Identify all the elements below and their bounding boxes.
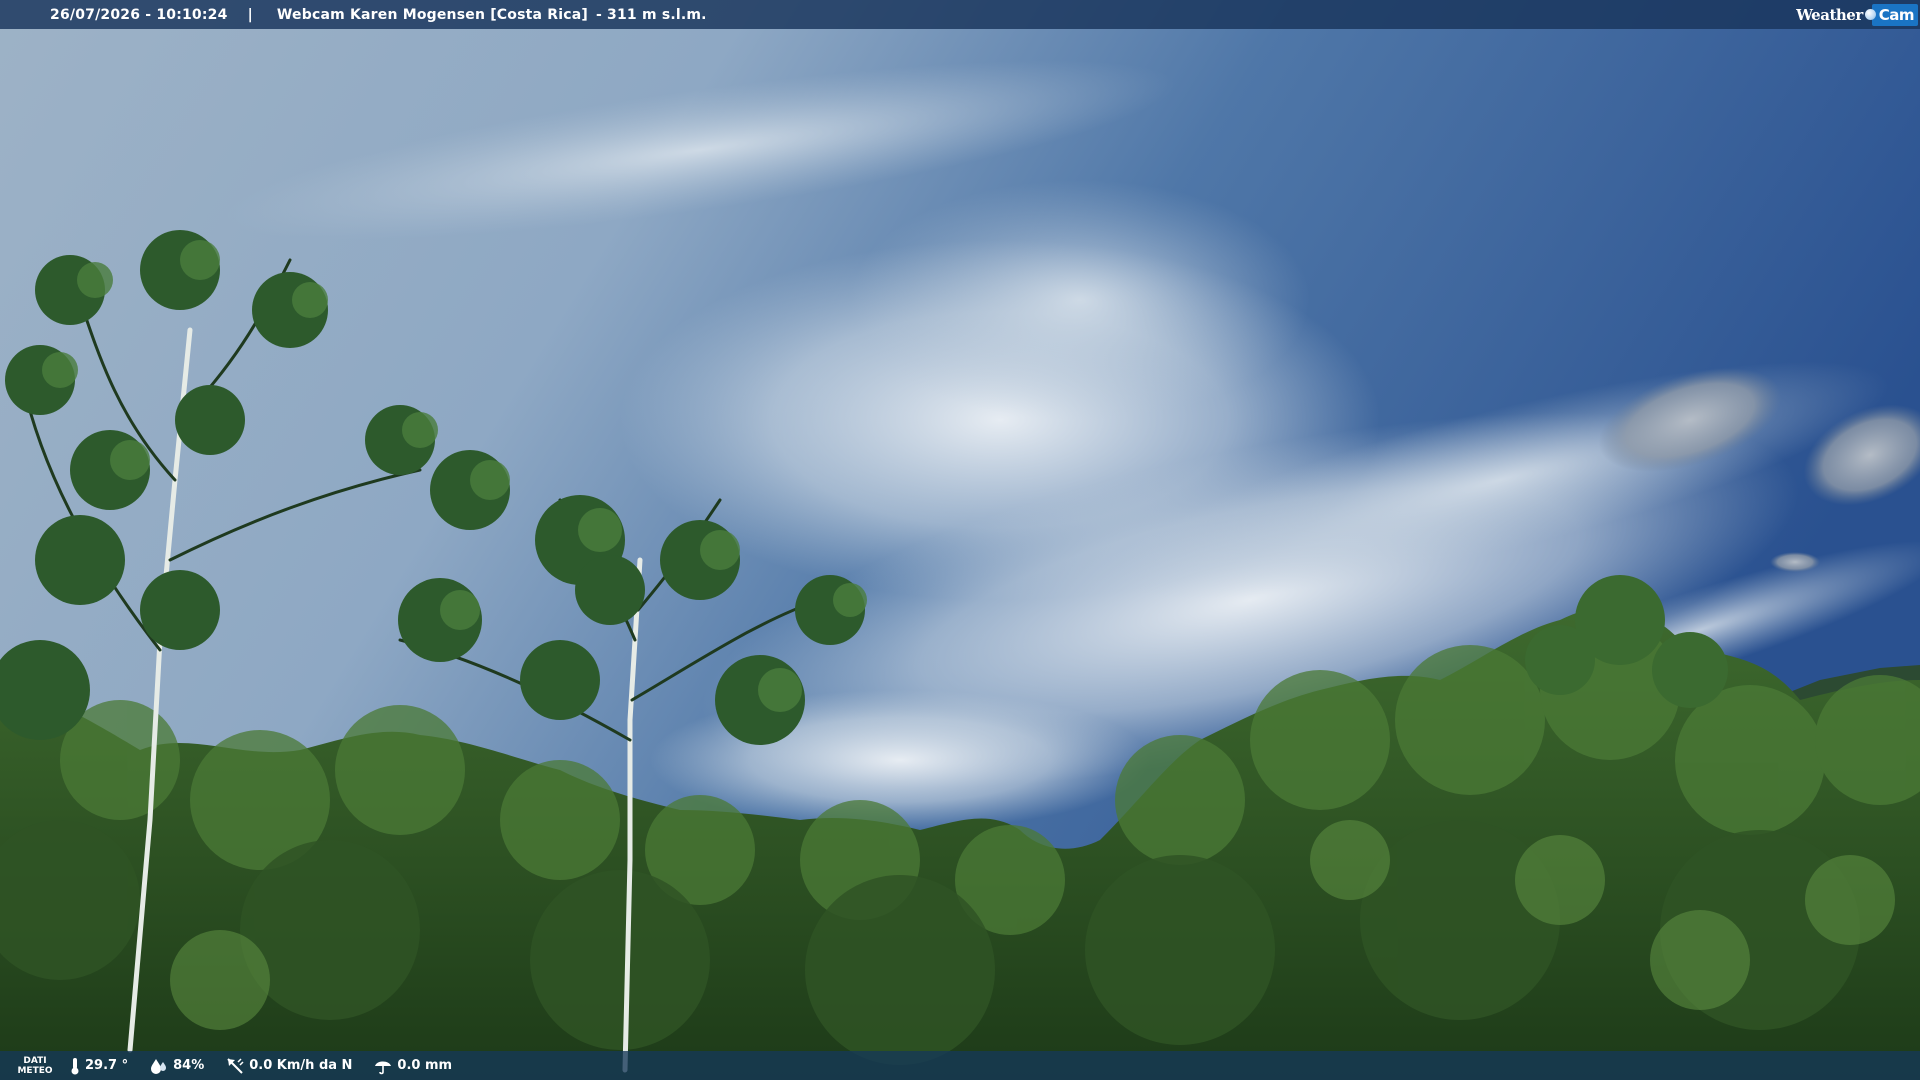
logo-word-weather: Weather	[1796, 5, 1863, 24]
droplet-icon	[151, 1058, 167, 1074]
top-info-bar: 26/07/2026 - 10:10:24 | Webcam Karen Mog…	[0, 0, 1920, 29]
webcam-title: Webcam Karen Mogensen [Costa Rica]	[276, 6, 588, 23]
weather-data-label-line2: METEO	[17, 1065, 53, 1076]
weathercam-logo[interactable]: Weather Cam	[1796, 2, 1918, 27]
webcam-frame: 26/07/2026 - 10:10:24 | Webcam Karen Mog…	[0, 0, 1920, 1080]
wind-readout: 0.0 Km/h da N	[226, 1057, 352, 1075]
header-separator: |	[247, 6, 253, 23]
logo-word-cam: Cam	[1871, 3, 1918, 26]
webcam-image	[0, 0, 1920, 1080]
timestamp: 26/07/2026 - 10:10:24	[50, 6, 228, 23]
humidity-readout: 84%	[150, 1058, 204, 1074]
altitude-label: - 311 m s.l.m.	[595, 6, 707, 23]
rain-readout: 0.0 mm	[374, 1057, 452, 1075]
weather-data-label: DATI METEO	[0, 1056, 70, 1076]
logo-dot-icon	[1864, 9, 1876, 20]
weather-data-bar: DATI METEO 29.7 ° 84% 0.0 Km/h da N 0.0 …	[0, 1051, 1920, 1080]
wind-value: 0.0 Km/h da N	[249, 1058, 353, 1073]
wind-vane-icon	[227, 1057, 244, 1074]
rain-value: 0.0 mm	[397, 1058, 453, 1073]
weather-data-label-line1: DATI	[23, 1055, 47, 1066]
thermometer-icon	[71, 1057, 79, 1074]
temperature-readout: 29.7 °	[70, 1057, 128, 1075]
umbrella-icon	[375, 1061, 392, 1074]
temperature-value: 29.7 °	[85, 1058, 129, 1073]
humidity-value: 84%	[173, 1058, 205, 1073]
